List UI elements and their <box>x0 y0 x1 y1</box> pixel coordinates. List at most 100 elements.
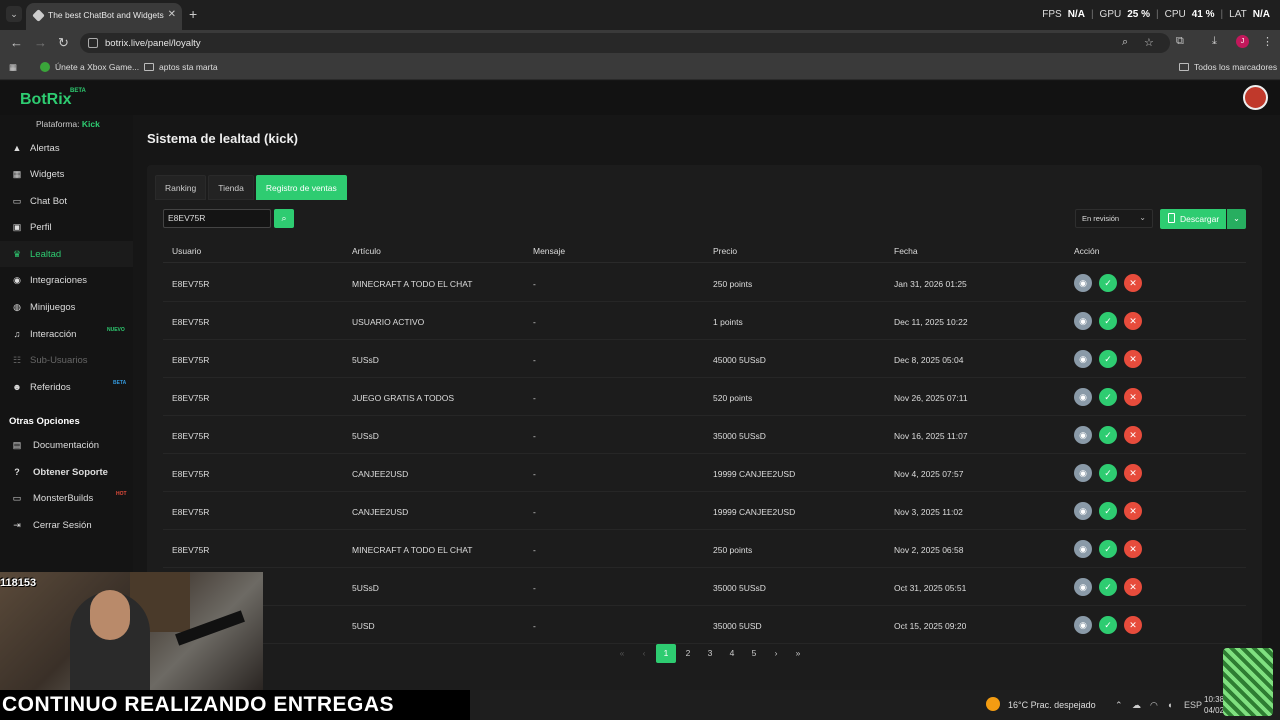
sidebar-item-cerrar-sesion[interactable]: ⇥ Cerrar Sesión <box>0 512 133 538</box>
sidebar-item-label: Referidos <box>30 382 71 393</box>
url-text[interactable]: botrix.live/panel/loyalty <box>105 38 201 49</box>
menu-icon[interactable]: ⋮ <box>1262 35 1273 48</box>
close-icon: ✕ <box>1129 316 1137 326</box>
view-button[interactable]: ◉ <box>1074 578 1092 596</box>
botrix-logo[interactable]: BotRix BETA <box>20 88 86 109</box>
sidebar-item-widgets[interactable]: ▦ Widgets <box>0 161 133 187</box>
cell-precio: 1 points <box>713 317 743 327</box>
view-button[interactable]: ◉ <box>1074 350 1092 368</box>
view-button[interactable]: ◉ <box>1074 616 1092 634</box>
view-button[interactable]: ◉ <box>1074 274 1092 292</box>
reject-button[interactable]: ✕ <box>1124 274 1142 292</box>
last-page-icon[interactable]: » <box>788 644 808 663</box>
page-1[interactable]: 1 <box>656 644 676 663</box>
wifi-icon[interactable]: ◠ <box>1150 700 1158 711</box>
network-icon[interactable]: ☁ <box>1132 700 1141 711</box>
zoom-icon[interactable]: ⌕ <box>1122 36 1128 49</box>
bookmark-folder[interactable]: aptos sta marta <box>144 62 218 72</box>
profile-icon: ▣ <box>12 222 22 232</box>
close-tab-icon[interactable]: ✕ <box>168 9 176 20</box>
user-search-input[interactable]: E8EV75R <box>163 209 271 228</box>
tab-tienda[interactable]: Tienda <box>208 175 254 200</box>
eye-icon: ◉ <box>1079 278 1087 288</box>
site-info-icon[interactable] <box>88 38 98 48</box>
logo-text: BotRix <box>20 91 72 108</box>
reject-button[interactable]: ✕ <box>1124 464 1142 482</box>
sidebar-item-label: MonsterBuilds <box>33 493 94 504</box>
download-icon[interactable]: ⤓ <box>1212 35 1217 48</box>
forward-icon[interactable]: → <box>34 35 47 50</box>
reject-button[interactable]: ✕ <box>1124 350 1142 368</box>
apps-icon[interactable]: ▦ <box>9 62 17 73</box>
reload-icon[interactable]: ↻ <box>58 35 69 51</box>
reject-button[interactable]: ✕ <box>1124 426 1142 444</box>
reject-button[interactable]: ✕ <box>1124 388 1142 406</box>
tray-chevron-icon[interactable]: ⌃ <box>1115 700 1123 711</box>
approve-button[interactable]: ✓ <box>1099 350 1117 368</box>
page-3[interactable]: 3 <box>700 644 720 663</box>
download-dropdown-button[interactable]: ⌄ <box>1227 209 1246 229</box>
view-button[interactable]: ◉ <box>1074 464 1092 482</box>
new-tab-icon[interactable]: + <box>189 6 197 22</box>
bookmark-star-icon[interactable]: ☆ <box>1144 36 1154 49</box>
sidebar-item-documentacion[interactable]: ▤ Documentación <box>0 432 133 458</box>
tab-search-icon[interactable]: ⌄ <box>6 6 22 22</box>
approve-button[interactable]: ✓ <box>1099 578 1117 596</box>
next-page-icon[interactable]: › <box>766 644 786 663</box>
bookmark-xbox[interactable]: Únete a Xbox Game... <box>40 62 139 72</box>
view-button[interactable]: ◉ <box>1074 502 1092 520</box>
status-filter-select[interactable]: En revisión ⌄ <box>1075 209 1153 228</box>
view-button[interactable]: ◉ <box>1074 540 1092 558</box>
approve-button[interactable]: ✓ <box>1099 502 1117 520</box>
page-4[interactable]: 4 <box>722 644 742 663</box>
trophy-icon: ♛ <box>12 249 22 259</box>
approve-button[interactable]: ✓ <box>1099 274 1117 292</box>
reject-button[interactable]: ✕ <box>1124 616 1142 634</box>
sidebar-item-perfil[interactable]: ▣ Perfil <box>0 214 133 240</box>
sidebar-item-chatbot[interactable]: ▭ Chat Bot <box>0 188 133 214</box>
sidebar-item-interaccion[interactable]: ♫ Interacción NUEVO <box>0 321 133 347</box>
sidebar-item-subusuarios[interactable]: ☷ Sub-Usuarios <box>0 347 133 373</box>
search-button[interactable]: ⌕ <box>274 209 294 228</box>
prev-page-icon[interactable]: ‹ <box>634 644 654 663</box>
approve-button[interactable]: ✓ <box>1099 426 1117 444</box>
back-icon[interactable]: ← <box>10 35 23 50</box>
approve-button[interactable]: ✓ <box>1099 388 1117 406</box>
cell-articulo: JUEGO GRATIS A TODOS <box>352 393 455 403</box>
approve-button[interactable]: ✓ <box>1099 464 1117 482</box>
sidebar-item-lealtad[interactable]: ♛ Lealtad <box>0 241 133 267</box>
view-button[interactable]: ◉ <box>1074 388 1092 406</box>
first-page-icon[interactable]: « <box>612 644 632 663</box>
approve-button[interactable]: ✓ <box>1099 312 1117 330</box>
volume-icon[interactable]: ◖ <box>1167 700 1172 710</box>
user-avatar[interactable] <box>1243 85 1268 110</box>
profile-avatar[interactable]: J <box>1236 35 1249 48</box>
view-button[interactable]: ◉ <box>1074 312 1092 330</box>
sidebar-item-soporte[interactable]: ? Obtener Soporte <box>0 459 133 485</box>
sidebar-item-integraciones[interactable]: ◉ Integraciones <box>0 267 133 293</box>
approve-button[interactable]: ✓ <box>1099 540 1117 558</box>
sidebar-item-monsterbuilds[interactable]: ▭ MonsterBuilds HOT <box>0 485 133 511</box>
page-5[interactable]: 5 <box>744 644 764 663</box>
extensions-icon[interactable]: ⧉ <box>1176 35 1184 48</box>
weather-text[interactable]: 16°C Prac. despejado <box>1008 700 1096 710</box>
language-indicator[interactable]: ESP <box>1184 700 1202 710</box>
browser-tab[interactable]: The best ChatBot and Widgets ✕ <box>26 3 182 30</box>
sidebar-item-referidos[interactable]: ☻ Referidos BETA <box>0 374 133 400</box>
tab-ranking[interactable]: Ranking <box>155 175 207 200</box>
url-bar[interactable]: botrix.live/panel/loyalty ⌕ ☆ <box>80 33 1170 53</box>
reject-button[interactable]: ✕ <box>1124 312 1142 330</box>
sidebar-item-minijuegos[interactable]: ◍ Minijuegos <box>0 294 133 320</box>
view-button[interactable]: ◉ <box>1074 426 1092 444</box>
download-button[interactable]: Descargar <box>1160 209 1226 229</box>
approve-button[interactable]: ✓ <box>1099 616 1117 634</box>
all-bookmarks[interactable]: Todos los marcadores <box>1179 62 1277 72</box>
close-icon: ✕ <box>1129 468 1137 478</box>
tab-registro-ventas[interactable]: Registro de ventas <box>255 175 347 200</box>
sidebar-item-alertas[interactable]: ▲ Alertas <box>0 135 133 161</box>
reject-button[interactable]: ✕ <box>1124 540 1142 558</box>
reject-button[interactable]: ✕ <box>1124 502 1142 520</box>
book-icon: ▤ <box>12 440 22 450</box>
page-2[interactable]: 2 <box>678 644 698 663</box>
reject-button[interactable]: ✕ <box>1124 578 1142 596</box>
